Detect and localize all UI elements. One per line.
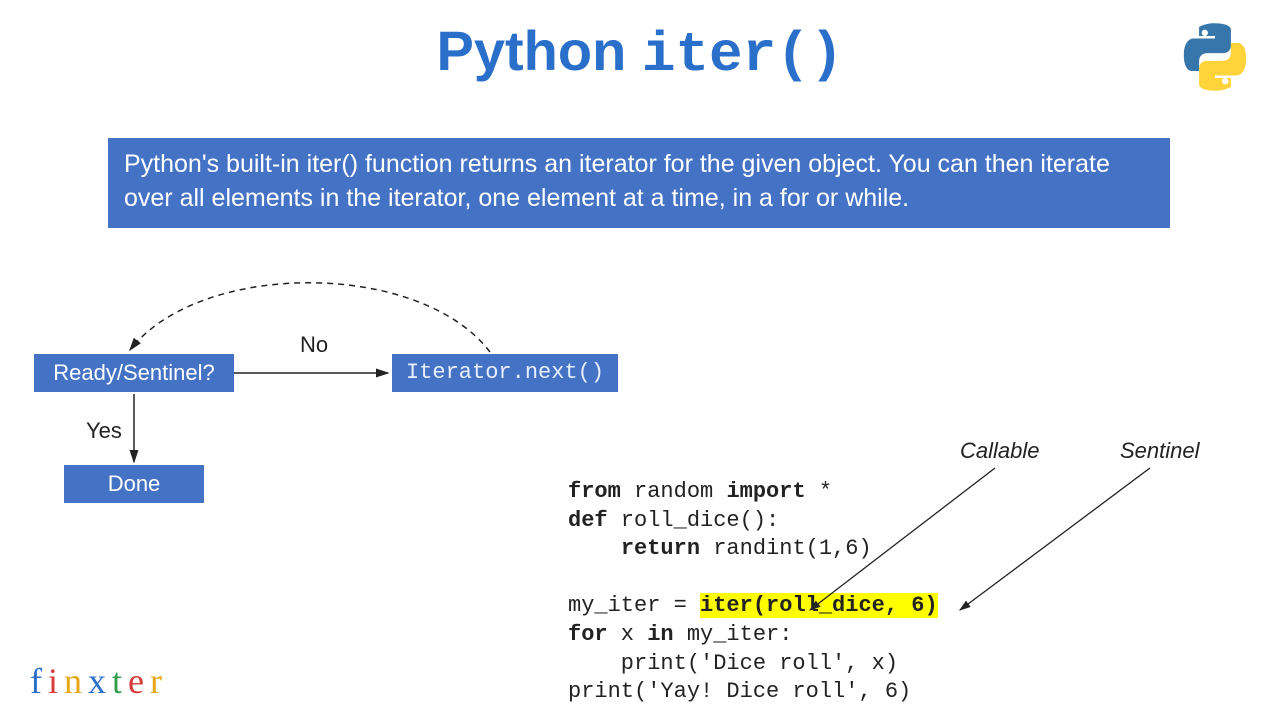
code-l6b: x (608, 622, 648, 647)
brand-c4: x (88, 661, 112, 701)
code-l8: print('Yay! Dice roll', 6) (568, 679, 911, 704)
python-logo-icon (1180, 22, 1250, 92)
code-l6d: my_iter: (674, 622, 793, 647)
flow-next-box: Iterator.next() (392, 354, 618, 392)
flow-done-box: Done (64, 465, 204, 503)
title-mono: iter() (642, 23, 844, 87)
callable-label: Callable (960, 438, 1040, 464)
code-l1b: random (621, 479, 727, 504)
brand-c1: f (30, 661, 48, 701)
code-l3c: randint(1,6) (700, 536, 872, 561)
code-highlight: iter(roll_dice, 6) (700, 593, 938, 618)
sentinel-label: Sentinel (1120, 438, 1200, 464)
kw-return: return (621, 536, 700, 561)
code-l7: print('Dice roll', x) (568, 651, 898, 676)
description-box: Python's built-in iter() function return… (108, 138, 1170, 228)
brand-c3: n (64, 661, 88, 701)
flow-sentinel-box: Ready/Sentinel? (34, 354, 234, 392)
flow-no-label: No (300, 332, 328, 358)
code-l5a: my_iter = (568, 593, 700, 618)
page-title: Python iter() (0, 18, 1280, 87)
code-block: from random import * def roll_dice(): re… (568, 478, 938, 707)
brand-c6: e (128, 661, 150, 701)
description-text: Python's built-in iter() function return… (124, 150, 1110, 212)
kw-for: for (568, 622, 608, 647)
kw-import: import (726, 479, 805, 504)
brand-c5: t (112, 661, 128, 701)
kw-in: in (647, 622, 673, 647)
brand-c2: i (48, 661, 64, 701)
flow-next-label: Iterator.next() (406, 360, 604, 385)
code-l2b: roll_dice(): (608, 508, 780, 533)
kw-def: def (568, 508, 608, 533)
code-l3a (568, 536, 621, 561)
title-prefix: Python (437, 19, 642, 82)
flow-done-label: Done (108, 471, 161, 496)
kw-from: from (568, 479, 621, 504)
flow-sentinel-label: Ready/Sentinel? (53, 360, 214, 385)
brand-c7: r (150, 661, 168, 701)
code-l1d: * (806, 479, 832, 504)
flow-yes-label: Yes (86, 418, 122, 444)
brand-finxter: finxter (30, 660, 168, 702)
